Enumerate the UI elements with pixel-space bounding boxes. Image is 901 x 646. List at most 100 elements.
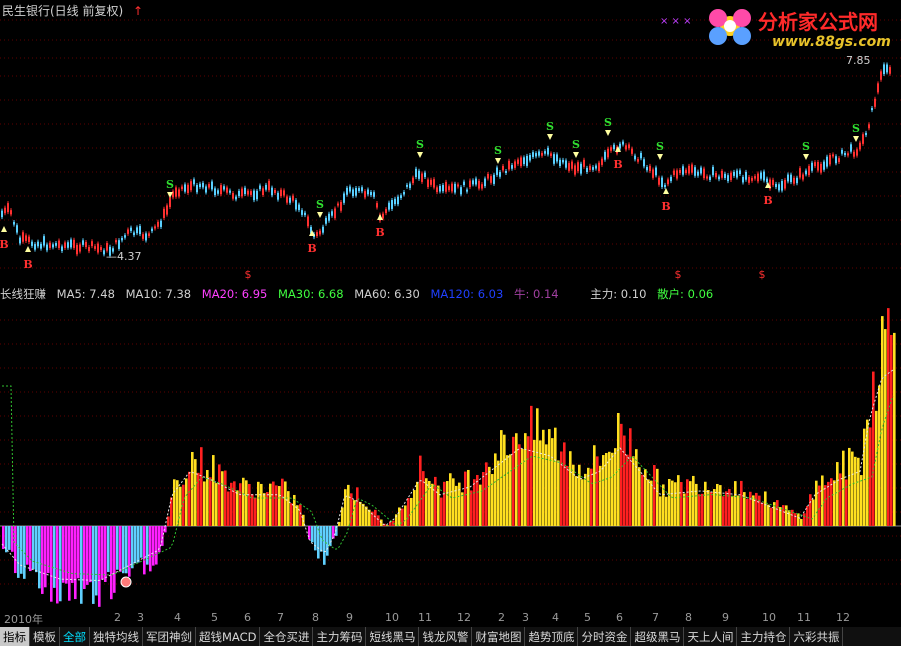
tab-13[interactable]: 超级黑马 [631, 627, 685, 646]
histogram-bar [110, 526, 113, 600]
tab-14[interactable]: 天上人间 [684, 627, 738, 646]
candle-body [499, 172, 501, 177]
candle-body [178, 189, 180, 197]
histogram-bar [587, 467, 590, 526]
tab-12[interactable]: 分时资金 [578, 627, 632, 646]
candle-body [445, 181, 447, 192]
tab-0[interactable]: 指标 [0, 627, 30, 646]
tab-8[interactable]: 短线黑马 [366, 627, 420, 646]
candle-body [691, 164, 693, 173]
histogram-bar [323, 526, 326, 565]
date-axis-label: 8 [312, 611, 319, 624]
candle-body [508, 160, 510, 170]
histogram-bar [284, 481, 287, 526]
histogram-bar [68, 526, 71, 601]
histogram-bar [14, 526, 17, 574]
candle-body [778, 184, 780, 191]
date-axis-label: 11 [418, 611, 432, 624]
candle-body [433, 179, 435, 188]
histogram-bar [437, 485, 440, 526]
histogram-bar [554, 427, 557, 526]
histogram-bar [836, 462, 839, 526]
candle-body [328, 213, 330, 221]
histogram-bar [503, 434, 506, 526]
sell-arrow-icon [547, 134, 553, 140]
candle-body [208, 184, 210, 188]
sell-marker: S [166, 178, 174, 191]
histogram-bar [680, 482, 683, 526]
candle-body [412, 177, 414, 184]
histogram-bar [458, 482, 461, 526]
niu-value: 牛: 0.14 [513, 287, 559, 301]
candle-body [265, 184, 267, 190]
tab-9[interactable]: 钱龙风警 [419, 627, 473, 646]
up-arrow-icon[interactable]: ↑ [133, 4, 143, 18]
tab-10[interactable]: 财富地图 [472, 627, 526, 646]
candle-body [646, 166, 648, 171]
histogram-bar [296, 505, 299, 526]
candle-body [529, 154, 531, 161]
histogram-bar [455, 485, 458, 526]
date-axis-label: 11 [797, 611, 811, 624]
candle-body [250, 191, 252, 195]
tab-15[interactable]: 主力持仓 [737, 627, 791, 646]
histogram-bar [176, 480, 179, 526]
histogram-bar [53, 526, 56, 588]
candle-body [493, 174, 495, 184]
histogram-bar [530, 405, 533, 526]
candle-body [733, 171, 735, 176]
candle-body [19, 237, 21, 244]
tab-2[interactable]: 全部 [60, 627, 90, 646]
candle-body [196, 185, 198, 193]
indicator-name[interactable]: 长线狂赚 [0, 287, 46, 301]
histogram-bar [476, 474, 479, 526]
candle-body [754, 176, 756, 179]
tab-16[interactable]: 六彩共振 [790, 627, 844, 646]
histogram-bar [215, 483, 218, 526]
candle-body [841, 149, 843, 154]
histogram-bar [107, 526, 110, 573]
candle-body [763, 171, 765, 181]
histogram-bar [386, 525, 389, 526]
histogram-bar [821, 475, 824, 526]
indicator-chart[interactable] [0, 300, 901, 610]
tab-5[interactable]: 超钱MACD [196, 627, 261, 646]
candle-body [16, 225, 18, 233]
histogram-bar [653, 465, 656, 526]
histogram-bar [317, 526, 320, 559]
histogram-bar [848, 447, 851, 526]
histogram-bar [536, 408, 539, 526]
histogram-bar [815, 480, 818, 526]
histogram-bar [608, 451, 611, 526]
candle-body [586, 167, 588, 173]
tab-6[interactable]: 全仓买进 [260, 627, 314, 646]
candle-body [694, 167, 696, 176]
tab-1[interactable]: 模板 [30, 627, 60, 646]
candle-body [205, 186, 207, 193]
ma120-value: MA120: 6.03 [430, 287, 504, 301]
candle-body [436, 187, 438, 193]
date-axis-label: 9 [346, 611, 353, 624]
tab-3[interactable]: 独特均线 [90, 627, 143, 646]
candle-body [145, 233, 147, 241]
date-axis-label: 8 [685, 611, 692, 624]
candle-body [1, 210, 3, 218]
histogram-bar [89, 526, 92, 583]
candle-body [460, 187, 462, 195]
tab-11[interactable]: 趋势顶底 [525, 627, 579, 646]
candle-body [478, 180, 480, 189]
histogram-bar [434, 476, 437, 526]
histogram-bar [185, 478, 188, 526]
date-axis-label: 6 [244, 611, 251, 624]
candle-body [748, 176, 750, 183]
tab-7[interactable]: 主力筹码 [313, 627, 367, 646]
histogram-bar [629, 428, 632, 526]
candle-body [589, 165, 591, 171]
candle-body [682, 166, 684, 175]
date-axis-label: 5 [211, 611, 218, 624]
candle-body [190, 181, 192, 191]
tab-4[interactable]: 军团神剑 [143, 627, 196, 646]
date-axis-label: 3 [522, 611, 529, 624]
candle-body [301, 210, 303, 215]
candle-body [199, 183, 201, 188]
